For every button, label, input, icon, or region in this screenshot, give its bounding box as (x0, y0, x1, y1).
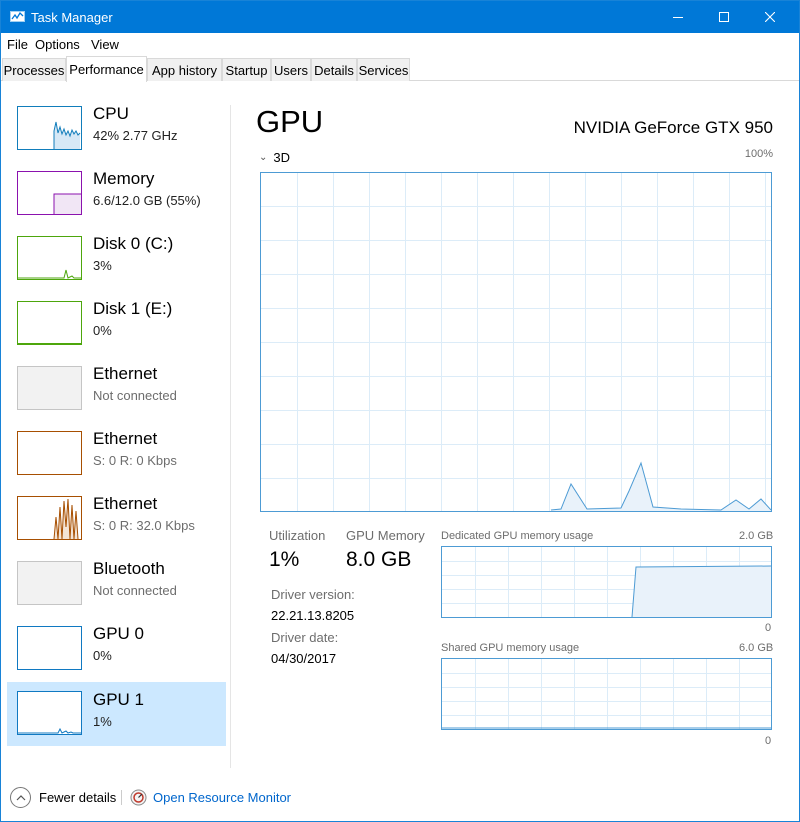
ethernet1-thumbnail-graph (17, 366, 82, 410)
tab-processes[interactable]: Processes (2, 58, 66, 81)
ethernet2-thumbnail-graph (17, 431, 82, 475)
minimize-icon (673, 17, 683, 18)
gpu-memory-value: 8.0 GB (346, 548, 412, 571)
menu-bar: File Options View (1, 33, 799, 55)
device-name: GPU 1 (93, 690, 145, 709)
dedicated-memory-label: Dedicated GPU memory usage (441, 530, 594, 542)
disk1-thumbnail-graph (17, 301, 82, 345)
title-bar[interactable]: Task Manager (1, 1, 799, 33)
dedicated-memory-max: 2.0 GB (739, 530, 774, 542)
device-subtitle: 3% (93, 258, 112, 273)
menu-view[interactable]: View (91, 37, 119, 52)
cpu-thumbnail-graph (17, 106, 82, 150)
device-subtitle: Not connected (93, 388, 177, 403)
panel-divider[interactable] (230, 105, 231, 768)
memory-thumbnail-graph (17, 171, 82, 215)
device-gpu-1[interactable]: GPU 1 1% (7, 682, 226, 746)
dedicated-memory-graph[interactable] (441, 546, 772, 618)
chevron-up-icon[interactable] (10, 787, 31, 808)
driver-version-label: Driver version: (271, 587, 355, 602)
device-subtitle: 0% (93, 323, 112, 338)
chevron-down-icon: ⌄ (259, 152, 268, 163)
tab-services[interactable]: Services (357, 58, 410, 81)
device-gpu-0[interactable]: GPU 0 0% (7, 619, 226, 683)
bottom-bar: Fewer details Open Resource Monitor (1, 781, 799, 815)
close-button[interactable] (747, 1, 793, 33)
device-name: Ethernet (93, 494, 158, 513)
shared-memory-graph[interactable] (441, 658, 772, 730)
device-subtitle: 1% (93, 714, 112, 729)
utilization-label: Utilization (269, 528, 326, 543)
engine-label: 3D (273, 150, 291, 165)
device-ethernet-1[interactable]: Ethernet Not connected (7, 359, 226, 423)
bluetooth-thumbnail-graph (17, 561, 82, 605)
driver-date-label: Driver date: (271, 630, 339, 645)
device-list: CPU 42% 2.77 GHz Memory 6.6/12.0 GB (55%… (1, 81, 231, 771)
device-name: Ethernet (93, 364, 158, 383)
maximize-icon (719, 12, 729, 22)
driver-version-value: 22.21.13.8205 (271, 608, 355, 623)
close-icon (765, 12, 775, 22)
device-subtitle: 0% (93, 648, 112, 663)
device-subtitle: Not connected (93, 583, 177, 598)
page-title: GPU (256, 104, 324, 139)
tab-startup[interactable]: Startup (222, 58, 271, 81)
gpu0-thumbnail-graph (17, 626, 82, 670)
device-disk-1[interactable]: Disk 1 (E:) 0% (7, 294, 226, 358)
device-subtitle: 42% 2.77 GHz (93, 128, 178, 143)
shared-memory-label: Shared GPU memory usage (441, 642, 580, 654)
driver-date-value: 04/30/2017 (271, 651, 337, 666)
engine-selector[interactable]: ⌄ 3D (259, 150, 290, 165)
open-resource-monitor-link[interactable]: Open Resource Monitor (153, 790, 291, 805)
task-manager-window: Task Manager File Options View Processes… (0, 0, 800, 822)
device-disk-0[interactable]: Disk 0 (C:) 3% (7, 229, 226, 293)
maximize-button[interactable] (701, 1, 747, 33)
device-subtitle: S: 0 R: 0 Kbps (93, 453, 177, 468)
shared-memory-min: 0 (765, 735, 772, 747)
window-title: Task Manager (31, 10, 113, 25)
device-subtitle: 6.6/12.0 GB (55%) (93, 193, 201, 208)
dedicated-memory-min: 0 (765, 622, 772, 634)
device-name: Disk 0 (C:) (93, 234, 174, 253)
gpu-3d-usage-graph[interactable] (260, 172, 772, 512)
device-name: Disk 1 (E:) (93, 299, 173, 318)
device-subtitle: S: 0 R: 32.0 Kbps (93, 518, 195, 533)
gpu-model-name: NVIDIA GeForce GTX 950 (573, 118, 773, 137)
shared-memory-max: 6.0 GB (739, 642, 774, 654)
tab-users[interactable]: Users (271, 58, 311, 81)
fewer-details-button[interactable]: Fewer details (39, 790, 116, 805)
minimize-button[interactable] (655, 1, 701, 33)
device-ethernet-2[interactable]: Ethernet S: 0 R: 0 Kbps (7, 424, 226, 488)
utilization-value: 1% (269, 548, 300, 571)
resource-monitor-icon[interactable] (130, 789, 147, 806)
menu-options[interactable]: Options (35, 37, 80, 52)
gpu1-thumbnail-graph (17, 691, 82, 735)
disk0-thumbnail-graph (17, 236, 82, 280)
device-bluetooth[interactable]: Bluetooth Not connected (7, 554, 226, 618)
device-name: Ethernet (93, 429, 158, 448)
ethernet3-thumbnail-graph (17, 496, 82, 540)
device-name: Bluetooth (93, 559, 165, 578)
gpu-memory-label: GPU Memory (346, 528, 425, 543)
device-ethernet-3[interactable]: Ethernet S: 0 R: 32.0 Kbps (7, 489, 226, 553)
graph-max-label: 100% (744, 148, 773, 160)
separator (121, 790, 122, 805)
device-memory[interactable]: Memory 6.6/12.0 GB (55%) (7, 164, 226, 228)
tab-bar: Processes Performance App history Startu… (1, 56, 799, 82)
tab-performance[interactable]: Performance (66, 56, 147, 82)
tab-app-history[interactable]: App history (147, 58, 222, 81)
device-name: CPU (93, 104, 129, 123)
tab-details[interactable]: Details (311, 58, 357, 81)
task-manager-app-icon (10, 11, 25, 22)
device-name: Memory (93, 169, 155, 188)
device-cpu[interactable]: CPU 42% 2.77 GHz (7, 99, 226, 163)
menu-file[interactable]: File (7, 37, 28, 52)
device-name: GPU 0 (93, 624, 145, 643)
